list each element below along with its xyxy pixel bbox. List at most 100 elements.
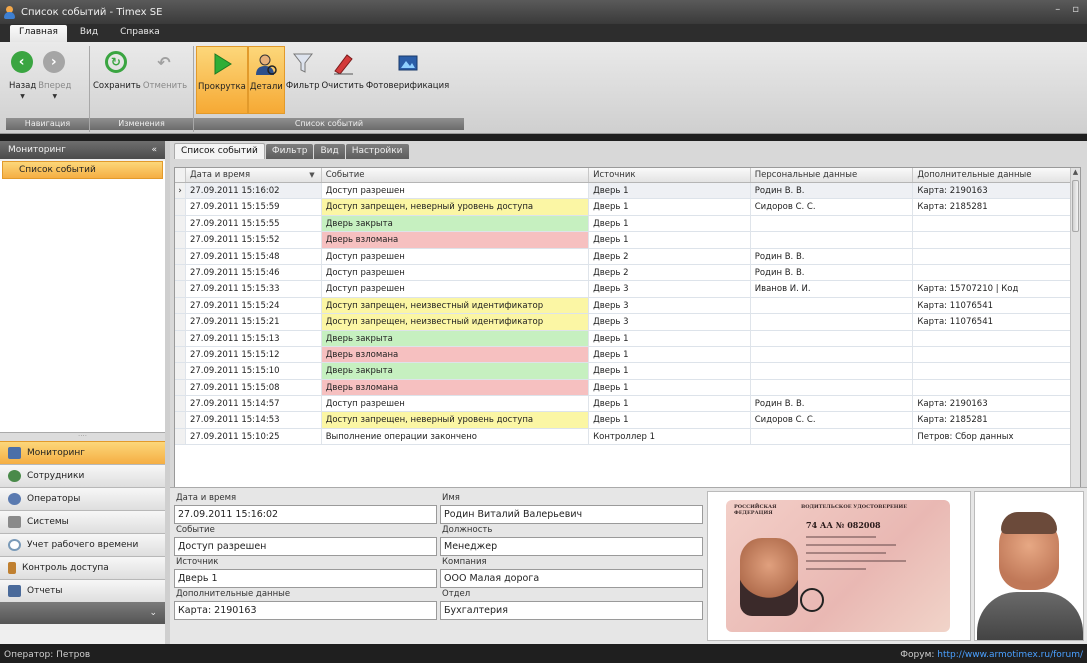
- forum-link[interactable]: http://www.armotimex.ru/forum/: [937, 650, 1083, 660]
- details-button[interactable]: Детали: [247, 46, 285, 114]
- chevron-down-icon[interactable]: ⌄: [149, 608, 157, 618]
- sidebar-splitter[interactable]: ····: [0, 433, 165, 441]
- nav-systems[interactable]: Системы: [0, 510, 165, 533]
- table-row[interactable]: 27.09.2011 15:15:59 Доступ запрещен, неве…: [175, 199, 1080, 216]
- cell-personal-data: Сидоров С. С.: [751, 412, 914, 428]
- nav-time-tracking[interactable]: Учет рабочего времени: [0, 533, 165, 556]
- operators-icon: [8, 493, 21, 505]
- table-row[interactable]: 27.09.2011 15:15:12 Дверь взломана Дверь 1: [175, 346, 1080, 364]
- tab-view[interactable]: Вид: [71, 25, 107, 42]
- status-bar: Оператор: Петров Форум: http://www.armot…: [0, 647, 1087, 663]
- table-row[interactable]: 27.09.2011 15:15:10 Дверь закрыта Дверь 1: [175, 363, 1080, 380]
- table-row[interactable]: 27.09.2011 15:15:46 Доступ разрешен Дверь …: [175, 264, 1080, 282]
- cell-event: Доступ разрешен: [321, 183, 590, 199]
- photo-verification-button[interactable]: Фотоверификация: [365, 46, 450, 114]
- cell-extra-data: [913, 264, 1080, 281]
- table-row[interactable]: 27.09.2011 15:14:53 Доступ запрещен, неве…: [175, 412, 1080, 429]
- row-indicator: [175, 330, 186, 346]
- table-row[interactable]: 27.09.2011 15:15:52 Дверь взломана Дверь 1: [175, 232, 1080, 249]
- cell-source: Дверь 1: [589, 330, 751, 346]
- tab-filter[interactable]: Фильтр: [265, 144, 314, 159]
- nav-employees[interactable]: Сотрудники: [0, 464, 165, 487]
- cancel-button[interactable]: ↶ Отменить: [142, 46, 188, 114]
- table-row[interactable]: › 27.09.2011 15:16:02 Доступ разрешен Дверь…: [175, 183, 1080, 200]
- cell-extra-data: [913, 248, 1080, 264]
- ribbon-group-label: Список событий: [194, 118, 464, 130]
- extra-data-field[interactable]: Карта: 2190163: [174, 601, 437, 620]
- table-row[interactable]: 27.09.2011 15:15:21 Доступ запрещен, неиз…: [175, 314, 1080, 331]
- column-header-extra-data[interactable]: Дополнительные данные: [913, 168, 1080, 182]
- table-row[interactable]: 27.09.2011 15:15:13 Дверь закрыта Дверь 1: [175, 330, 1080, 347]
- position-field[interactable]: Менеджер: [440, 537, 703, 556]
- row-indicator: ›: [175, 183, 186, 199]
- scrollbar-thumb[interactable]: [1072, 180, 1079, 232]
- table-row[interactable]: 27.09.2011 15:15:55 Дверь закрыта Дверь 1: [175, 215, 1080, 233]
- cell-source: Дверь 3: [589, 281, 751, 297]
- filter-button[interactable]: Фильтр: [285, 46, 321, 114]
- cell-extra-data: Карта: 2185281: [913, 412, 1080, 428]
- table-row[interactable]: 27.09.2011 15:15:48 Доступ разрешен Дверь …: [175, 248, 1080, 265]
- main-panel: Список событий Фильтр Вид Настройки Дата…: [170, 141, 1087, 644]
- maximize-button[interactable]: ▫: [1072, 4, 1079, 15]
- window-title: Список событий - Timex SE: [21, 6, 163, 18]
- cell-source: Дверь 1: [589, 412, 751, 428]
- nav-monitoring[interactable]: Мониторинг: [0, 441, 165, 464]
- cell-personal-data: [751, 330, 914, 346]
- sidebar-item-event-list[interactable]: Список событий: [2, 161, 163, 179]
- extra-data-label: Дополнительные данные: [176, 589, 291, 599]
- cell-event: Доступ разрешен: [321, 264, 590, 281]
- column-header-personal-data[interactable]: Персональные данные: [751, 168, 914, 182]
- tab-main[interactable]: Главная: [10, 25, 67, 42]
- cell-source: Дверь 1: [589, 183, 751, 199]
- row-indicator: [175, 396, 186, 412]
- source-field[interactable]: Дверь 1: [174, 569, 437, 588]
- company-field[interactable]: ООО Малая дорога: [440, 569, 703, 588]
- scroll-up-icon[interactable]: ▲: [1071, 168, 1080, 176]
- row-indicator: [175, 363, 186, 379]
- column-header-datetime[interactable]: Дата и время ▼: [186, 168, 322, 182]
- minimize-button[interactable]: –: [1055, 4, 1060, 15]
- department-field[interactable]: Бухгалтерия: [440, 601, 703, 620]
- details-left-column: Дата и время 27.09.2011 15:16:02 Событие…: [174, 492, 437, 620]
- clear-button[interactable]: Очистить: [320, 46, 364, 114]
- table-row[interactable]: 27.09.2011 15:15:08 Дверь взломана Дверь 1: [175, 379, 1080, 397]
- cell-datetime: 27.09.2011 15:16:02: [186, 183, 322, 199]
- column-header-source[interactable]: Источник: [589, 168, 751, 182]
- cell-event: Дверь закрыта: [321, 330, 590, 346]
- chevron-down-icon: ▼: [20, 93, 25, 100]
- cell-personal-data: Сидоров С. С.: [751, 199, 914, 215]
- chevron-down-icon: ▼: [52, 93, 58, 100]
- cell-source: Дверь 1: [589, 199, 751, 215]
- table-row[interactable]: 27.09.2011 15:10:25 Выполнение операции з…: [175, 428, 1080, 446]
- event-field[interactable]: Доступ разрешен: [174, 537, 437, 556]
- cell-source: Дверь 2: [589, 248, 751, 264]
- source-label: Источник: [176, 557, 219, 567]
- nav-operators[interactable]: Операторы: [0, 487, 165, 510]
- tab-settings[interactable]: Настройки: [345, 144, 409, 159]
- scroll-button[interactable]: Прокрутка: [196, 46, 248, 114]
- tab-help[interactable]: Справка: [111, 25, 169, 42]
- forward-button[interactable]: › Вперед ▼: [37, 46, 72, 114]
- table-row[interactable]: 27.09.2011 15:15:24 Доступ запрещен, неиз…: [175, 297, 1080, 315]
- photo-shoulders: [977, 592, 1083, 640]
- nav-reports[interactable]: Отчеты: [0, 579, 165, 602]
- tab-event-list[interactable]: Список событий: [174, 143, 265, 159]
- app-logo-icon: [4, 5, 17, 19]
- table-row[interactable]: 27.09.2011 15:15:33 Доступ разрешен Дверь …: [175, 281, 1080, 298]
- filter-icon: [292, 53, 313, 73]
- cell-extra-data: Карта: 2190163: [913, 183, 1080, 199]
- tab-view[interactable]: Вид: [314, 144, 345, 159]
- license-text-line: [806, 536, 876, 538]
- name-field[interactable]: Родин Виталий Валерьевич: [440, 505, 703, 524]
- cell-event: Дверь взломана: [321, 346, 590, 363]
- datetime-field[interactable]: 27.09.2011 15:16:02: [174, 505, 437, 524]
- cell-datetime: 27.09.2011 15:15:33: [186, 281, 322, 297]
- license-stamp: [800, 588, 824, 612]
- nav-access-control[interactable]: Контроль доступа: [0, 556, 165, 579]
- table-row[interactable]: 27.09.2011 15:14:57 Доступ разрешен Дверь …: [175, 396, 1080, 413]
- save-button[interactable]: ↻ Сохранить: [92, 46, 142, 114]
- back-button[interactable]: ‹ Назад ▼: [8, 46, 37, 114]
- collapse-sidebar-icon[interactable]: «: [151, 145, 157, 155]
- column-header-event[interactable]: Событие: [322, 168, 590, 182]
- name-label: Имя: [442, 493, 460, 503]
